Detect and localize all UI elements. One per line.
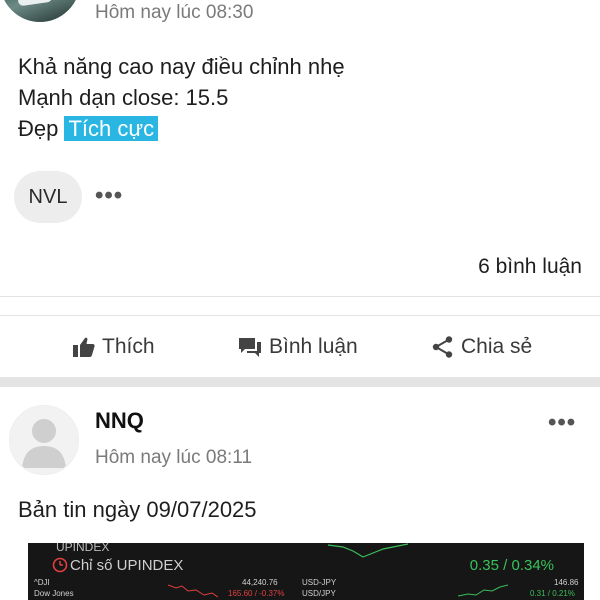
comment-label: Bình luận <box>269 335 358 358</box>
stock-tag-chip[interactable]: NVL <box>14 171 82 223</box>
index-change: 0.35 / 0.34% <box>469 557 554 574</box>
post2-timestamp: Hôm nay lúc 08:11 <box>95 447 253 468</box>
section-separator <box>0 377 600 387</box>
mini-chart <box>328 543 408 558</box>
post1-more-icon[interactable]: ••• <box>95 182 123 210</box>
post1-timestamp: Hôm nay lúc 08:30 <box>95 2 254 23</box>
dji-value: 44,240.76 <box>242 578 278 587</box>
post2-author[interactable]: NNQ <box>95 408 144 434</box>
share-icon <box>432 336 453 358</box>
dji-name: Dow Jones <box>34 589 74 598</box>
comment-button[interactable]: Bình luận <box>237 330 358 364</box>
post1-line-2: Mạnh dạn close: 15.5 <box>18 85 229 110</box>
dji-change: 165.60 / -0.37% <box>228 589 285 598</box>
post1-line-3-text: Đẹp <box>18 116 59 141</box>
usdjpy-change: 0.31 / 0.21% <box>530 589 575 598</box>
share-label: Chia sẻ <box>461 335 533 358</box>
like-label: Thích <box>102 335 155 358</box>
dji-sparkline <box>168 584 218 598</box>
usdjpy-sparkline <box>458 584 508 597</box>
usdjpy-name: USD/JPY <box>302 589 336 598</box>
index-label: Chỉ số UPINDEX <box>70 557 184 574</box>
usdjpy-label: USD-JPY <box>302 578 337 587</box>
usdjpy-value: 146.86 <box>554 578 579 587</box>
post2-more-icon[interactable]: ••• <box>548 409 576 437</box>
divider <box>0 315 600 316</box>
share-button[interactable]: Chia sẻ <box>431 330 532 364</box>
comment-icon <box>239 338 261 357</box>
thumbs-up-icon <box>73 337 95 357</box>
sentiment-tag[interactable]: Tích cực <box>64 116 159 141</box>
comments-count[interactable]: 6 bình luận <box>478 255 582 279</box>
post2-avatar[interactable] <box>9 405 79 475</box>
like-button[interactable]: Thích <box>72 330 155 364</box>
default-avatar-icon <box>22 419 66 468</box>
image-header-partial: UPINDEX <box>56 543 110 554</box>
post1-line-1: Khả năng cao nay điều chỉnh nhẹ <box>18 54 345 79</box>
divider <box>0 296 600 297</box>
post2-text: Bản tin ngày 09/07/2025 <box>18 497 257 522</box>
clock-icon <box>52 557 68 573</box>
dji-label: ^DJI <box>34 578 50 587</box>
post1-line-3: Đẹp Tích cực <box>18 113 159 144</box>
post1-avatar[interactable] <box>0 0 80 22</box>
post2-image[interactable]: UPINDEX Chỉ số UPINDEX 0.35 / 0.34% ^DJI… <box>28 543 584 600</box>
